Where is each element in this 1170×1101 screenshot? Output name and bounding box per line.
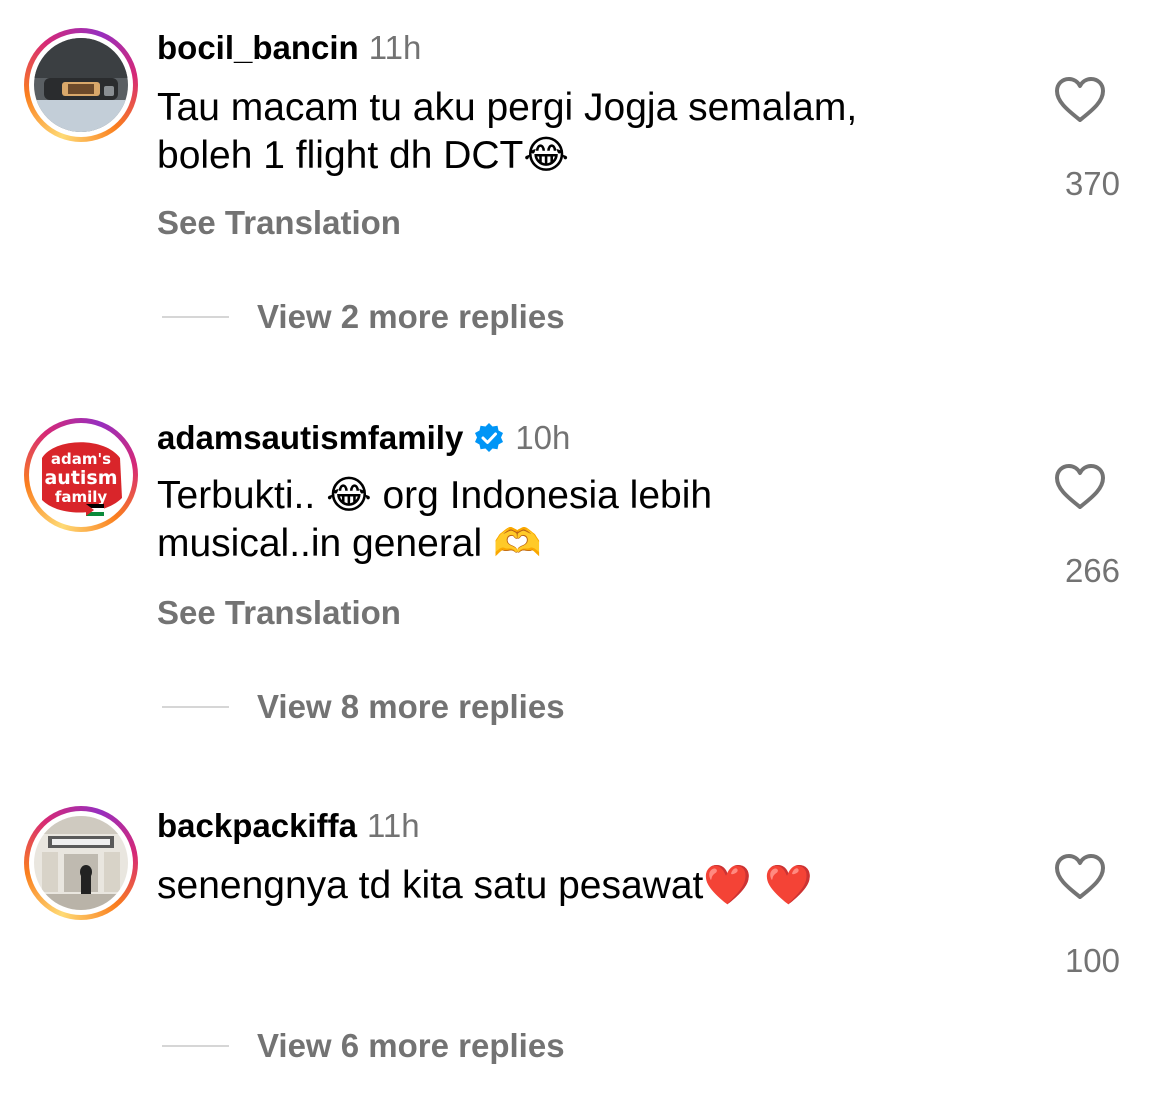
username[interactable]: backpackiffa [157, 806, 357, 846]
replies-divider [162, 1045, 229, 1047]
comment-text-line-2: boleh 1 flight dh DCT [157, 134, 524, 177]
view-replies-link[interactable]: View 2 more replies [162, 297, 565, 337]
logo-line: autism [44, 467, 117, 489]
heart-outline-icon[interactable] [1054, 463, 1106, 511]
like-count: 370 [1064, 165, 1120, 202]
comment-text-line: Tau macam tu aku pergi Jogja semalam, [157, 86, 858, 129]
comment-text-segment: senengnya td kita satu pesawat [157, 864, 704, 907]
timestamp: 10h [515, 419, 571, 456]
like-count: 266 [1064, 552, 1120, 589]
comment-text-line: Terbukti.. 😂 org Indonesia lebih [157, 472, 997, 520]
like-group: 100 [1040, 853, 1120, 981]
story-ring[interactable] [24, 806, 138, 920]
heart-hands-emoji-icon: 🫶 [493, 521, 542, 566]
comment-text: senengnya td kita satu pesawat❤️ ❤️ [157, 862, 997, 910]
view-replies-label: View 8 more replies [257, 688, 565, 725]
tears-of-joy-emoji-icon: 😂 [523, 133, 569, 178]
view-replies-label: View 2 more replies [257, 298, 565, 335]
comment-text-line: boleh 1 flight dh DCT😂 [157, 132, 997, 180]
replies-divider [162, 706, 229, 708]
tears-of-joy-emoji-icon: 😂 [326, 473, 372, 518]
like-group: 266 [1040, 463, 1120, 591]
replies-divider [162, 316, 229, 318]
comment-text-segment: musical..in general [157, 522, 493, 565]
logo-line: family [55, 488, 108, 506]
comment-text-line: senengnya td kita satu pesawat❤️ ❤️ [157, 862, 997, 910]
verified-badge-icon [475, 423, 504, 452]
username[interactable]: adamsautismfamily [157, 418, 463, 458]
comment-text: Terbukti.. 😂 org Indonesia lebih musical… [157, 472, 997, 568]
see-translation-link[interactable]: See Translation [157, 203, 401, 243]
red-heart-emoji-icon: ❤️ ❤️ [703, 863, 813, 908]
timestamp: 11h [368, 29, 422, 66]
heart-outline-icon[interactable] [1054, 76, 1106, 124]
avatar[interactable] [34, 38, 128, 132]
see-translation-link[interactable]: See Translation [157, 593, 401, 633]
view-replies-label: View 6 more replies [257, 1027, 565, 1064]
logo-line: adam's [51, 450, 111, 468]
story-ring[interactable] [24, 28, 138, 142]
timestamp: 11h [366, 807, 420, 844]
view-replies-link[interactable]: View 6 more replies [162, 1026, 565, 1066]
username[interactable]: bocil_bancin [157, 28, 359, 68]
like-count: 100 [1064, 942, 1120, 979]
avatar[interactable] [34, 816, 128, 910]
comment-text-line: musical..in general 🫶 [157, 520, 997, 568]
building-photo [34, 816, 128, 910]
story-ring[interactable]: adam's autism family [24, 418, 138, 532]
car-interior-photo [34, 38, 128, 132]
view-replies-link[interactable]: View 8 more replies [162, 687, 565, 727]
comment-text-segment: org Indonesia lebih [371, 474, 713, 517]
comment-text: Tau macam tu aku pergi Jogja semalam, bo… [157, 84, 997, 180]
comment-text-segment: Terbukti.. [157, 474, 327, 517]
heart-outline-icon[interactable] [1054, 853, 1106, 901]
like-group: 370 [1040, 76, 1120, 204]
avatar[interactable]: adam's autism family [34, 428, 128, 522]
adams-autism-family-logo: adam's autism family [34, 428, 128, 522]
